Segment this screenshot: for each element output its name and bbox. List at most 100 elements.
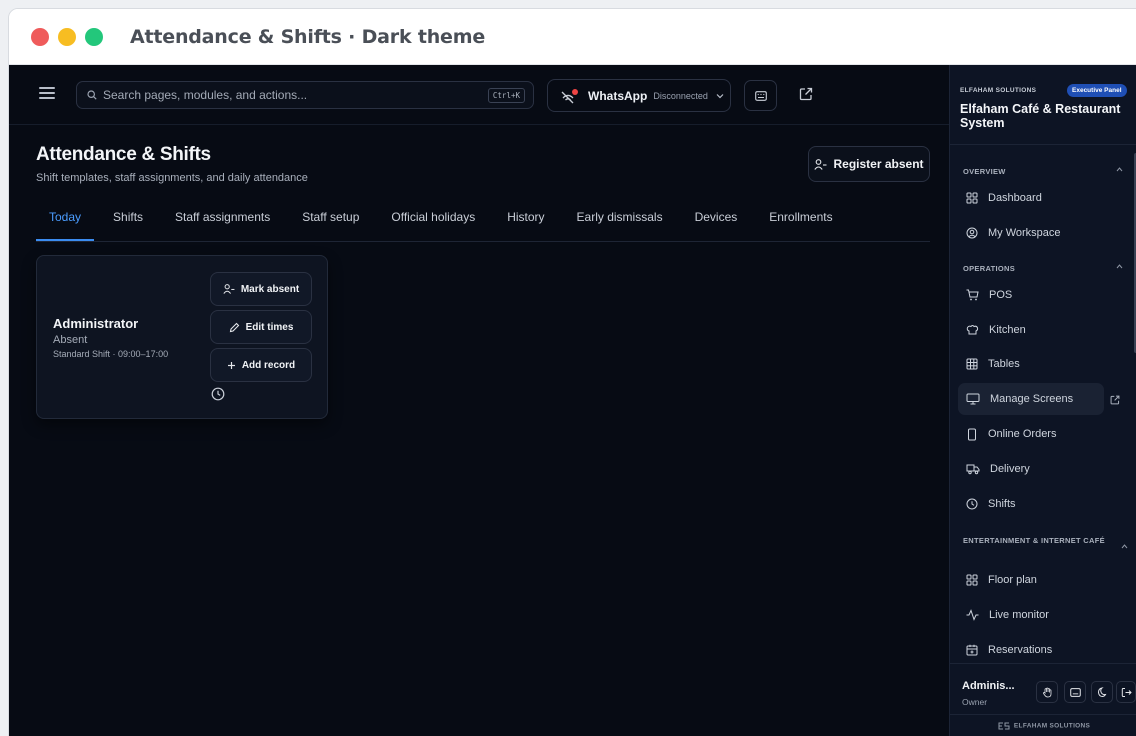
truck-icon — [966, 464, 980, 475]
tab-history[interactable]: History — [507, 207, 544, 241]
edit-times-button[interactable]: Edit times — [210, 310, 312, 344]
user-minus-icon — [223, 284, 235, 294]
brand-logo-icon — [998, 722, 1010, 730]
shift-info: Standard Shift · 09:00–17:00 — [53, 349, 169, 359]
section-title: OPERATIONS — [963, 264, 1016, 273]
chevron-up-icon — [1121, 544, 1128, 549]
sidebar-item-reservations[interactable]: Reservations — [958, 634, 1104, 666]
keyboard-icon — [754, 90, 767, 101]
footer-brand-label: ELFAHAM SOLUTIONS — [1013, 722, 1091, 730]
cart-icon — [966, 289, 979, 301]
sidebar-item-dashboard[interactable]: Dashboard — [958, 182, 1104, 214]
app-name: Elfaham Café & Restaurant System — [960, 102, 1121, 130]
tab-bar: Today Shifts Staff assignments Staff set… — [35, 207, 930, 242]
external-link-icon[interactable] — [1110, 395, 1120, 405]
tab-enrollments[interactable]: Enrollments — [769, 207, 832, 241]
activity-icon — [966, 609, 979, 621]
sidebar-divider — [950, 144, 1136, 145]
chef-hat-icon — [966, 325, 979, 335]
sidebar-item-my-workspace[interactable]: My Workspace — [958, 217, 1104, 249]
menu-icon[interactable] — [39, 87, 55, 101]
keyboard-icon — [1069, 687, 1081, 697]
sidebar-item-label: Kitchen — [989, 324, 1026, 336]
top-bar: Ctrl+K WhatsApp Disconnected — [9, 65, 949, 125]
section-title: OVERVIEW — [963, 167, 1006, 176]
minimize-window-button[interactable] — [58, 27, 76, 46]
pencil-icon — [229, 322, 239, 332]
attendance-status: Absent — [53, 334, 88, 346]
mark-absent-button[interactable]: Mark absent — [210, 272, 312, 306]
grid-icon — [966, 192, 978, 204]
tab-official-holidays[interactable]: Official holidays — [391, 207, 475, 241]
wifi-off-icon — [561, 88, 578, 103]
hand-icon — [1042, 687, 1051, 697]
app-body: Ctrl+K WhatsApp Disconnected — [9, 65, 1136, 736]
plus-icon — [227, 361, 235, 369]
sidebar-item-pos[interactable]: POS — [958, 279, 1104, 311]
register-absent-label: Register absent — [833, 157, 924, 171]
logout-button[interactable] — [1116, 681, 1136, 703]
sidebar-item-label: Shifts — [988, 498, 1016, 510]
chevron-up-icon — [1116, 264, 1123, 269]
close-window-button[interactable] — [31, 27, 49, 46]
keyboard-button[interactable] — [1064, 681, 1086, 703]
sidebar-item-tables[interactable]: Tables — [958, 348, 1104, 380]
add-record-button[interactable]: Add record — [210, 348, 312, 382]
tab-early-dismissals[interactable]: Early dismissals — [577, 207, 663, 241]
section-overview[interactable]: OVERVIEW — [963, 167, 1133, 176]
sidebar-item-manage-screens[interactable]: Manage Screens — [958, 383, 1104, 415]
sidebar-item-online-orders[interactable]: Online Orders — [958, 418, 1104, 450]
sidebar-item-floor-plan[interactable]: Floor plan — [958, 564, 1104, 596]
tab-staff-setup[interactable]: Staff setup — [302, 207, 359, 241]
calendar-icon — [966, 644, 978, 656]
hand-button[interactable] — [1036, 681, 1058, 703]
whatsapp-status-button[interactable]: WhatsApp Disconnected — [547, 79, 731, 112]
phone-icon — [968, 428, 976, 440]
user-circle-icon — [966, 227, 978, 239]
search-input[interactable] — [103, 82, 483, 108]
footer-divider — [950, 714, 1136, 715]
sidebar-item-label: Manage Screens — [990, 393, 1074, 405]
window-title: Attendance & Shifts · Dark theme — [130, 25, 485, 48]
sidebar-item-kitchen[interactable]: Kitchen — [958, 314, 1104, 346]
executive-panel-badge: Executive Panel — [1067, 84, 1127, 97]
sidebar-item-label: Delivery — [990, 463, 1030, 475]
keyboard-button[interactable] — [744, 80, 777, 111]
chevron-up-icon — [1116, 167, 1123, 172]
page-subtitle: Shift templates, staff assignments, and … — [36, 172, 308, 184]
tab-shifts[interactable]: Shifts — [113, 207, 143, 241]
section-title: ENTERTAINMENT & INTERNET CAFÉ — [963, 536, 1105, 545]
maximize-window-button[interactable] — [85, 27, 103, 46]
tab-today[interactable]: Today — [35, 207, 95, 241]
clock-icon — [966, 498, 978, 510]
add-record-label: Add record — [241, 359, 296, 371]
external-link-icon[interactable] — [799, 87, 813, 101]
section-operations[interactable]: OPERATIONS — [963, 264, 1133, 273]
search-icon — [87, 90, 97, 100]
sidebar: ELFAHAM SOLUTIONS Executive Panel Elfaha… — [949, 65, 1136, 736]
sidebar-item-live-monitor[interactable]: Live monitor — [958, 599, 1104, 631]
app-window: Attendance & Shifts · Dark theme Ctrl+K — [8, 8, 1136, 736]
brand-kicker: ELFAHAM SOLUTIONS — [960, 87, 1037, 94]
register-absent-button[interactable]: Register absent — [808, 146, 930, 182]
sidebar-item-label: Floor plan — [988, 574, 1037, 586]
user-role: Owner — [962, 697, 988, 707]
section-entertainment[interactable]: ENTERTAINMENT & INTERNET CAFÉ — [963, 535, 1113, 546]
grid-icon — [966, 574, 978, 586]
main-content: Ctrl+K WhatsApp Disconnected — [9, 65, 949, 736]
sidebar-item-label: POS — [989, 289, 1013, 301]
tab-devices[interactable]: Devices — [695, 207, 738, 241]
mark-absent-label: Mark absent — [240, 283, 300, 295]
sidebar-item-shifts[interactable]: Shifts — [958, 488, 1104, 520]
tab-staff-assignments[interactable]: Staff assignments — [175, 207, 270, 241]
monitor-icon — [966, 393, 980, 405]
sidebar-item-label: My Workspace — [988, 227, 1061, 239]
clock-icon[interactable] — [211, 387, 225, 401]
search-box[interactable]: Ctrl+K — [76, 81, 534, 109]
theme-toggle-button[interactable] — [1091, 681, 1113, 703]
staff-name: Administrator — [53, 316, 139, 331]
user-name: Adminis... — [962, 680, 1015, 692]
sidebar-item-label: Online Orders — [988, 428, 1057, 440]
table-icon — [966, 358, 978, 370]
sidebar-item-delivery[interactable]: Delivery — [958, 453, 1104, 485]
